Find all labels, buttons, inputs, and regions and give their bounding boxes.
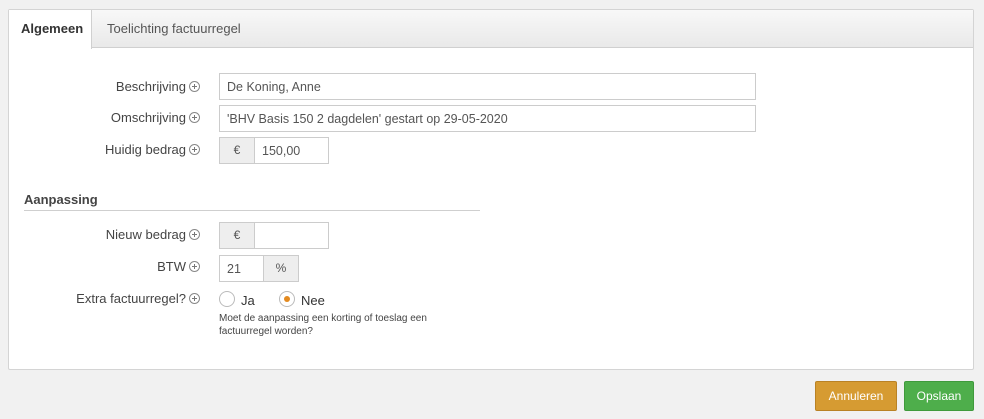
beschrijving-label: Beschrijving	[69, 78, 200, 96]
tab-bar: Algemeen Toelichting factuurregel	[9, 10, 973, 49]
btw-field[interactable]	[219, 255, 264, 282]
edit-panel: Algemeen Toelichting factuurregel Beschr…	[8, 9, 974, 370]
plus-icon[interactable]	[189, 81, 200, 92]
currency-addon: €	[219, 137, 255, 164]
radio-ja-label[interactable]: Ja	[241, 293, 255, 309]
section-divider	[24, 210, 480, 211]
tab-algemeen[interactable]: Algemeen	[9, 10, 92, 49]
help-text: Moet de aanpassing een korting of toesla…	[219, 313, 427, 337]
percent-addon: %	[263, 255, 299, 282]
plus-icon[interactable]	[189, 261, 200, 272]
radio-nee[interactable]	[279, 291, 295, 307]
plus-icon[interactable]	[189, 144, 200, 155]
radio-ja[interactable]	[219, 291, 235, 307]
nieuw-bedrag-label: Nieuw bedrag	[69, 226, 200, 244]
currency-addon: €	[219, 222, 255, 249]
plus-icon[interactable]	[189, 112, 200, 123]
save-button[interactable]: Opslaan	[904, 381, 974, 411]
huidig-bedrag-field[interactable]	[254, 137, 329, 164]
plus-icon[interactable]	[189, 293, 200, 304]
omschrijving-field[interactable]	[219, 105, 756, 132]
nieuw-bedrag-field[interactable]	[254, 222, 329, 249]
radio-nee-label[interactable]: Nee	[301, 293, 325, 309]
cancel-button[interactable]: Annuleren	[815, 381, 897, 411]
btw-label: BTW	[69, 258, 200, 276]
extra-factuurregel-label: Extra factuurregel?	[49, 290, 200, 308]
huidig-bedrag-label: Huidig bedrag	[69, 141, 200, 159]
omschrijving-label: Omschrijving	[69, 109, 200, 127]
section-title-aanpassing: Aanpassing	[24, 192, 98, 207]
tab-toelichting-factuurregel[interactable]: Toelichting factuurregel	[95, 10, 253, 48]
beschrijving-field[interactable]	[219, 73, 756, 100]
plus-icon[interactable]	[189, 229, 200, 240]
